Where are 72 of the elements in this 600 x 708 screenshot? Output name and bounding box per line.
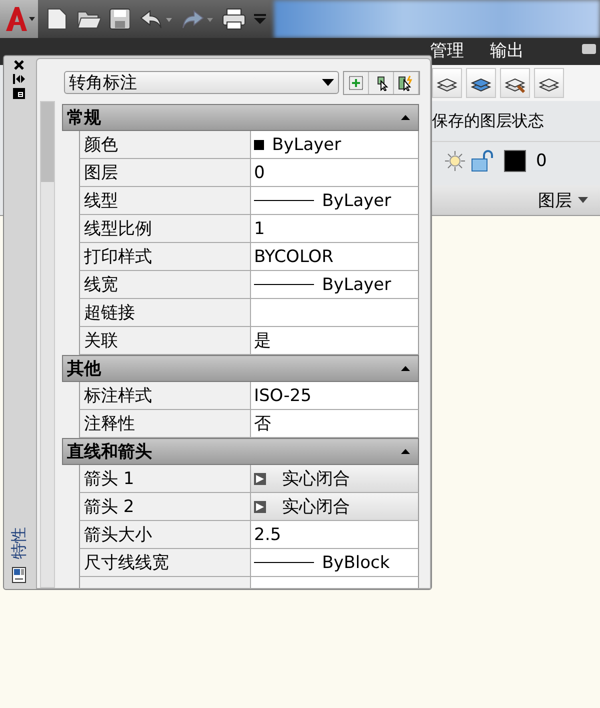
property-value[interactable]: ByLayer — [322, 190, 392, 210]
property-label: 图层 — [84, 162, 118, 184]
line-sample — [254, 200, 314, 201]
cursor-bolt-icon — [398, 74, 414, 90]
printer-icon[interactable] — [220, 7, 246, 31]
redo-icon[interactable] — [180, 8, 213, 30]
caret-icon[interactable] — [28, 17, 34, 21]
property-label: 超链接 — [84, 302, 135, 324]
layer-name[interactable]: 0 — [536, 151, 547, 171]
layer-stack-icon[interactable] — [534, 68, 564, 98]
property-value[interactable]: 否 — [254, 412, 271, 435]
color-swatch-icon — [254, 140, 264, 150]
close-icon[interactable] — [14, 60, 24, 70]
property-label: 标注样式 — [84, 385, 152, 407]
application-menu-button[interactable] — [0, 0, 38, 38]
layer-stack-icon[interactable] — [432, 68, 462, 98]
properties-icon[interactable] — [12, 567, 26, 583]
property-label: 线型 — [84, 190, 118, 212]
section-header[interactable]: 直线和箭头 — [62, 438, 419, 465]
property-value[interactable]: 实心闭合 — [282, 467, 350, 490]
section-header[interactable]: 其他 — [62, 355, 419, 382]
collapse-icon — [401, 115, 410, 120]
property-value[interactable]: ByLayer — [322, 274, 392, 294]
arrowhead-icon — [254, 500, 266, 512]
auto-hide-icon[interactable] — [13, 74, 25, 84]
property-value[interactable]: 1 — [254, 218, 265, 238]
sun-icon[interactable] — [444, 150, 466, 172]
color-swatch[interactable] — [504, 150, 526, 172]
save-icon[interactable] — [108, 8, 130, 30]
panel-title[interactable]: 图层 — [538, 188, 572, 212]
ribbon-tab[interactable]: 输出 — [480, 38, 534, 65]
property-label: 箭头 2 — [84, 496, 134, 518]
section-header[interactable]: 常规 — [62, 104, 419, 131]
property-label: 打印样式 — [84, 246, 152, 268]
property-label: 关联 — [84, 330, 118, 352]
plus-icon — [349, 76, 363, 90]
property-label: 尺寸线线宽 — [84, 552, 169, 574]
property-label: 箭头大小 — [84, 524, 152, 546]
property-label: 线型比例 — [84, 218, 152, 240]
ribbon-tab[interactable]: 管理 — [420, 38, 474, 65]
collapse-icon — [401, 366, 410, 371]
layer-state-label[interactable]: 保存的图层状态 — [432, 111, 544, 130]
arrowhead-icon — [254, 472, 266, 484]
property-value[interactable]: BYCOLOR — [254, 246, 334, 266]
property-label: 颜色 — [84, 134, 118, 156]
line-sample — [254, 562, 314, 563]
dropdown-arrow-icon[interactable] — [254, 13, 266, 25]
unlocked-padlock-icon[interactable] — [470, 150, 494, 172]
object-type-dropdown[interactable]: 转角标注 — [64, 71, 339, 94]
palette-title: 特性 — [8, 527, 28, 559]
property-value[interactable]: ISO-25 — [254, 386, 312, 406]
caret-icon[interactable] — [578, 197, 588, 203]
scrollbar[interactable] — [40, 101, 55, 588]
line-sample — [254, 284, 314, 285]
caret-icon[interactable] — [322, 79, 334, 86]
property-value[interactable]: 实心闭合 — [282, 495, 350, 518]
property-value[interactable]: ByLayer — [272, 134, 342, 154]
layer-stack-icon[interactable] — [500, 68, 530, 98]
property-label: 箭头 1 — [84, 468, 134, 490]
logo-icon[interactable] — [4, 5, 28, 33]
property-label: 注释性 — [84, 413, 135, 435]
properties-menu-icon[interactable] — [13, 88, 25, 99]
ribbon-menu-button[interactable] — [582, 44, 596, 54]
property-value[interactable]: 是 — [254, 329, 271, 352]
new-file-icon[interactable] — [46, 7, 68, 31]
undo-icon[interactable] — [138, 8, 172, 30]
property-value[interactable]: 2.5 — [254, 524, 282, 544]
property-value[interactable]: 0 — [254, 162, 265, 182]
property-value[interactable]: ByBlock — [322, 552, 390, 572]
layer-stack-icon[interactable] — [466, 68, 496, 98]
collapse-icon — [401, 449, 410, 454]
property-label: 线宽 — [84, 274, 118, 296]
